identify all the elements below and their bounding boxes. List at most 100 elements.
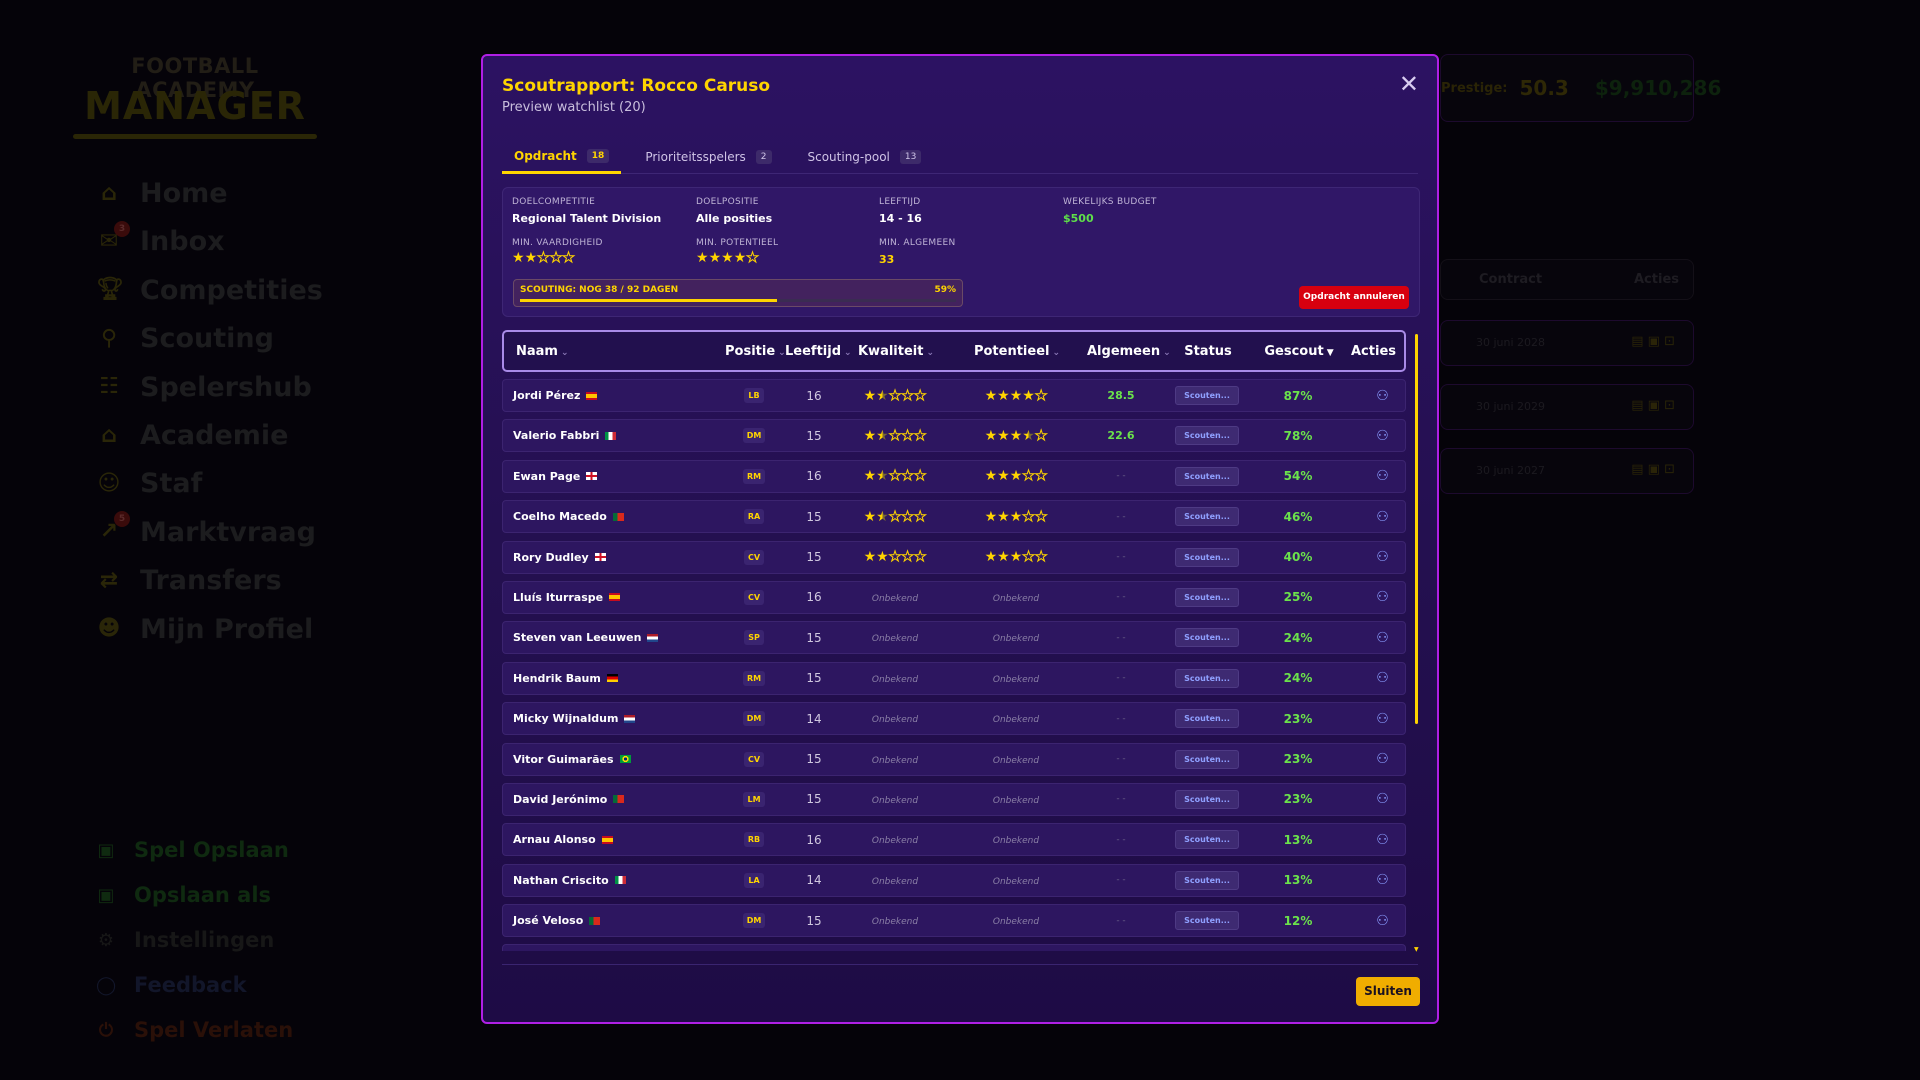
status-badge[interactable]: Scouten... [1175, 507, 1239, 526]
status-badge[interactable]: Scouten... [1175, 386, 1239, 405]
column-header-kwaliteit[interactable]: Kwaliteit⌄ [845, 344, 947, 359]
view-player-icon[interactable]: ⚇ [1338, 832, 1406, 848]
table-row[interactable]: Nathan CriscitoLA14OnbekendOnbekend- -Sc… [502, 864, 1406, 897]
player-name[interactable]: Micky Wijnaldum [513, 712, 618, 725]
view-player-icon[interactable]: ⚇ [1338, 468, 1406, 484]
tab-opdracht[interactable]: Opdracht18 [502, 140, 621, 174]
status-badge[interactable]: Scouten... [1175, 750, 1239, 769]
sidebar-item-transfers[interactable]: ⇄Transfers [96, 565, 282, 596]
column-header-status[interactable]: Status [1157, 344, 1259, 359]
progress-label: SCOUTING: NOG 38 / 92 DAGEN [520, 285, 678, 295]
player-name[interactable]: Arnau Alonso [513, 833, 596, 846]
sidebar-item-instellingen[interactable]: ⚙Instellingen [96, 928, 274, 952]
column-header-naam[interactable]: Naam⌄ [504, 344, 725, 359]
player-name[interactable]: Vitor Guimarães [513, 753, 614, 766]
sidebar-item-academie[interactable]: ⌂Academie [96, 420, 288, 451]
player-name[interactable]: Hendrik Baum [513, 672, 601, 685]
sidebar-item-scouting[interactable]: ⚲Scouting [96, 323, 274, 354]
close-icon[interactable]: ✕ [1399, 70, 1419, 98]
column-header-gescout[interactable]: Gescout▼ [1259, 344, 1339, 359]
table-row[interactable]: Steven van LeeuwenSP15OnbekendOnbekend- … [502, 621, 1406, 654]
table-row[interactable]: Vitor GuimarãesCV15OnbekendOnbekend- -Sc… [502, 743, 1406, 776]
close-button[interactable]: Sluiten [1356, 977, 1420, 1006]
table-row[interactable]: David JerónimoLM15OnbekendOnbekend- -Sco… [502, 783, 1406, 816]
money-value: $9,910,286 [1595, 76, 1722, 100]
header-contract: Contract [1479, 272, 1542, 287]
column-header-positie[interactable]: Positie⌄ [725, 344, 785, 359]
sidebar-item-feedback[interactable]: ◯Feedback [96, 973, 247, 997]
view-player-icon[interactable]: ⚇ [1338, 711, 1406, 727]
status-badge[interactable]: Scouten... [1175, 830, 1239, 849]
sidebar-item-competities[interactable]: 🏆︎Competities [96, 275, 323, 306]
sidebar-item-marktvraag[interactable]: ↗5Marktvraag [96, 517, 316, 548]
sidebar-item-inbox[interactable]: ✉3Inbox [96, 226, 225, 257]
sidebar-item-label: Instellingen [134, 928, 274, 952]
column-label: Algemeen [1087, 344, 1160, 359]
scroll-down-icon[interactable]: ▼ [1414, 946, 1419, 953]
player-name[interactable]: Coelho Macedo [513, 510, 607, 523]
view-player-icon[interactable]: ⚇ [1338, 388, 1406, 404]
sidebar-item-opslaan-als[interactable]: ▣Opslaan als [96, 883, 271, 907]
sidebar-item-home[interactable]: ⌂Home [96, 178, 228, 209]
cancel-assignment-button[interactable]: Opdracht annuleren [1299, 286, 1409, 309]
view-player-icon[interactable]: ⚇ [1338, 630, 1406, 646]
unknown-label: Onbekend [993, 796, 1039, 806]
player-name[interactable]: Ewan Page [513, 470, 580, 483]
table-row[interactable]: Lluís IturraspeCV16OnbekendOnbekend- -Sc… [502, 581, 1406, 614]
view-player-icon[interactable]: ⚇ [1338, 872, 1406, 888]
table-row[interactable]: Arnau AlonsoRB16OnbekendOnbekend- -Scout… [502, 823, 1406, 856]
sidebar-item-mijn-profiel[interactable]: ☻Mijn Profiel [96, 614, 313, 645]
status-badge[interactable]: Scouten... [1175, 871, 1239, 890]
view-player-icon[interactable]: ⚇ [1338, 751, 1406, 767]
sidebar-item-staf[interactable]: ☺Staf [96, 468, 202, 499]
player-name[interactable]: Rory Dudley [513, 551, 589, 564]
view-player-icon[interactable]: ⚇ [1338, 428, 1406, 444]
player-name[interactable]: Steven van Leeuwen [513, 631, 641, 644]
table-row[interactable]: Micky WijnaldumDM14OnbekendOnbekend- -Sc… [502, 702, 1406, 735]
status-badge[interactable]: Scouten... [1175, 790, 1239, 809]
view-player-icon[interactable]: ⚇ [1338, 549, 1406, 565]
tab-prioriteitsspelers[interactable]: Prioriteitsspelers2 [633, 140, 783, 174]
star-filled-icon: ★ [1010, 509, 1023, 525]
view-player-icon[interactable]: ⚇ [1338, 589, 1406, 605]
table-row[interactable]: Valerio FabbriDM15★★★★★★★★★★22.6Scouten.… [502, 419, 1406, 452]
view-player-icon[interactable]: ⚇ [1338, 509, 1406, 525]
player-name[interactable]: David Jerónimo [513, 793, 607, 806]
sidebar-item-spelershub[interactable]: ☷Spelershub [96, 372, 312, 403]
quality-cell: ★★★★★ [844, 468, 946, 484]
status-badge[interactable]: Scouten... [1175, 709, 1239, 728]
view-player-icon[interactable]: ⚇ [1338, 670, 1406, 686]
table-row[interactable]: Coelho MacedoRA15★★★★★★★★★★- -Scouten...… [502, 500, 1406, 533]
player-name[interactable]: Jordi Pérez [513, 389, 580, 402]
status-badge[interactable]: Scouten... [1175, 548, 1239, 567]
sidebar-item-spel-verlaten[interactable]: ⏻Spel Verlaten [96, 1018, 293, 1042]
position-cell: RM [724, 671, 784, 686]
player-name[interactable]: Valerio Fabbri [513, 429, 599, 442]
player-name[interactable]: Nathan Criscito [513, 874, 609, 887]
player-name[interactable]: José Veloso [513, 914, 583, 927]
table-row[interactable]: Jordi PérezLB16★★★★★★★★★★28.5Scouten...8… [502, 379, 1406, 412]
quality-cell: Onbekend [844, 874, 946, 887]
view-player-icon[interactable]: ⚇ [1338, 791, 1406, 807]
sidebar-item-spel-opslaan[interactable]: ▣Spel Opslaan [96, 838, 289, 862]
status-badge[interactable]: Scouten... [1175, 467, 1239, 486]
column-header-algemeen[interactable]: Algemeen⌄ [1087, 344, 1157, 359]
status-badge[interactable]: Scouten... [1175, 628, 1239, 647]
view-player-icon[interactable]: ⚇ [1338, 913, 1406, 929]
status-badge[interactable]: Scouten... [1175, 426, 1239, 445]
tab-scouting-pool[interactable]: Scouting-pool13 [796, 140, 934, 174]
potential-cell: Onbekend [946, 672, 1086, 685]
status-badge[interactable]: Scouten... [1175, 911, 1239, 930]
table-row[interactable]: Ewan PageRM16★★★★★★★★★★- -Scouten...54%⚇ [502, 460, 1406, 493]
scrollbar[interactable] [1415, 334, 1418, 724]
status-badge[interactable]: Scouten... [1175, 669, 1239, 688]
graduation-cap-icon: ⌂ [96, 423, 122, 449]
table-row[interactable]: Hendrik BaumRM15OnbekendOnbekend- -Scout… [502, 662, 1406, 695]
table-row[interactable]: Rory DudleyCV15★★★★★★★★★★- -Scouten...40… [502, 541, 1406, 574]
player-name[interactable]: Lluís Iturraspe [513, 591, 603, 604]
column-header-acties[interactable]: Acties [1339, 344, 1408, 359]
table-row[interactable]: José VelosoDM15OnbekendOnbekend- -Scoute… [502, 904, 1406, 937]
status-badge[interactable]: Scouten... [1175, 588, 1239, 607]
column-header-leeftijd[interactable]: Leeftijd⌄ [785, 344, 845, 359]
column-header-potentieel[interactable]: Potentieel⌄ [947, 344, 1087, 359]
